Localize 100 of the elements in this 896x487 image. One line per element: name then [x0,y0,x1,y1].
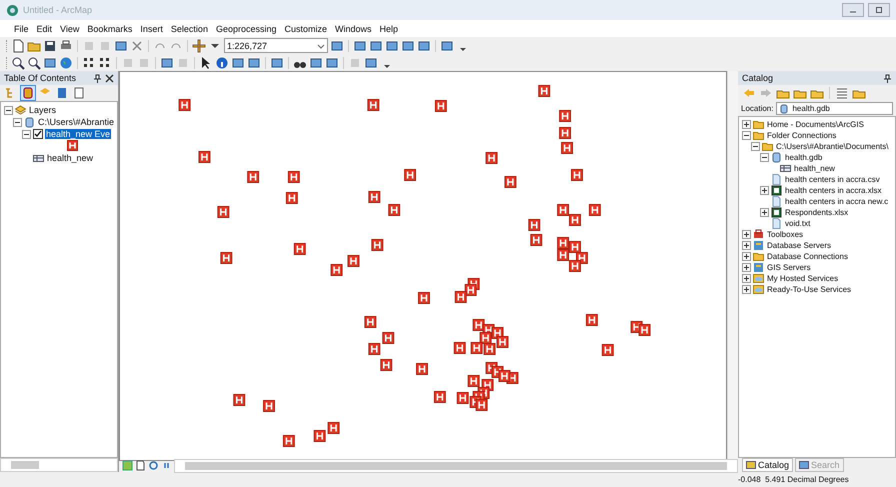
window-icon[interactable] [364,56,378,70]
catalog-item[interactable]: health centers in accra new.c [784,197,890,206]
menu-item[interactable]: Bookmarks [83,24,136,34]
window-icon[interactable] [417,38,431,52]
catalog-item[interactable]: Toolboxes [766,230,804,239]
map-canvas[interactable] [119,71,727,461]
expand-icon[interactable] [742,241,751,250]
layer-item[interactable]: health_new [46,153,94,163]
catalog-item[interactable]: My Hosted Services [766,274,840,283]
restore-icon [875,6,883,14]
folder-icon [762,141,773,152]
layer-item[interactable]: C:\Users\#Abrantie [37,117,116,127]
menu-item[interactable]: Edit [32,24,56,34]
catalog-item[interactable]: health centers in accra.csv [784,175,881,184]
maximize-button[interactable] [868,3,890,17]
catalog-item[interactable]: health centers in accra.xlsx [784,186,882,195]
options-icon[interactable] [72,86,86,100]
window-icon [799,460,810,470]
hospital-marker-icon [217,206,230,218]
collapse-icon[interactable] [742,131,751,140]
horizontal-scrollbar[interactable] [0,458,118,472]
collapse-icon[interactable] [751,142,760,151]
hospital-marker-icon [368,343,380,355]
catalog-item[interactable]: health.gdb [784,153,824,162]
list-by-source-icon[interactable] [21,86,35,100]
catalog-item[interactable]: Folder Connections [766,131,838,140]
delete-icon[interactable] [130,38,144,52]
catalog-item[interactable]: Home - Documents\ArcGIS [766,120,865,129]
hospital-marker-icon [418,292,430,304]
catalog-item[interactable]: Database Connections [766,252,849,261]
window-title: Untitled - ArcMap [23,5,92,15]
hospital-marker-icon [638,324,650,336]
expand-icon[interactable] [760,186,769,195]
expand-icon[interactable] [742,285,751,294]
horizontal-scrollbar[interactable] [174,458,738,472]
window-icon[interactable] [369,38,383,52]
hospital-marker-icon [294,243,306,255]
location-field[interactable]: health.gdb [776,102,893,115]
data-view-icon[interactable] [122,460,133,471]
menu-item[interactable]: Help [376,24,402,34]
cloud-icon [753,284,764,295]
pin-icon[interactable] [883,74,892,82]
globe-icon[interactable] [59,56,73,70]
expand-icon[interactable] [742,120,751,129]
catalog-item[interactable]: Respondents.xlsx [784,208,850,217]
grid-icon[interactable] [98,56,112,70]
catalog-item[interactable]: Database Servers [766,241,832,250]
window-icon[interactable] [353,38,367,52]
hospital-marker-icon [486,152,498,164]
zoom-in-icon[interactable] [11,56,25,70]
expand-icon[interactable] [742,230,751,239]
catalog-item[interactable]: GIS Servers [766,263,812,272]
info-icon[interactable] [215,56,229,70]
menu-item[interactable]: Insert [136,24,167,34]
layer-item[interactable]: health_new Eve [45,129,112,139]
layer-item[interactable]: Layers [28,105,58,115]
close-icon[interactable] [105,74,114,82]
expand-icon[interactable] [742,252,751,261]
collapse-icon[interactable] [760,153,769,162]
menu-item[interactable]: Geoprocessing [212,24,280,34]
hospital-marker-icon [602,344,614,356]
layer-checkbox[interactable] [33,129,43,139]
expand-icon[interactable] [742,263,751,272]
save-icon[interactable] [43,38,57,52]
menu-item[interactable]: View [56,24,84,34]
panel-tab[interactable]: Catalog [742,458,794,472]
vertical-scrollbar[interactable] [727,71,738,459]
hospital-marker-icon [530,234,542,246]
layout-view-icon[interactable] [135,460,146,471]
add-data-icon[interactable] [192,38,206,52]
hospital-marker-icon [476,399,488,411]
hospital-marker-icon [348,255,360,267]
catalog-item[interactable]: Ready-To-Use Services [766,285,852,294]
scale-field[interactable]: 1:226,727 [224,38,328,53]
catalog-item[interactable]: void.txt [784,219,812,228]
zoom-out-icon[interactable] [27,56,41,70]
hospital-marker-icon [364,316,376,328]
hospital-marker-icon [434,100,447,112]
folder-icon [753,251,764,262]
database-icon [779,104,790,114]
catalog-item[interactable]: C:\Users\#Abrantie\Documents\ [775,142,890,151]
menu-item[interactable]: Selection [166,24,212,34]
hospital-marker-icon [263,400,275,412]
collapse-icon[interactable] [4,106,13,114]
menu-item[interactable]: File [10,24,33,34]
expand-icon[interactable] [760,208,769,217]
catalog-item[interactable]: health_new [793,164,836,173]
window-icon[interactable] [385,38,399,52]
expand-icon[interactable] [742,274,751,283]
refresh-icon[interactable] [148,460,159,471]
pin-icon[interactable] [93,74,102,82]
server-icon [753,262,764,273]
grid-icon[interactable] [82,56,96,70]
menu-item[interactable]: Windows [331,24,376,34]
window-icon[interactable] [401,38,415,52]
menu-item[interactable]: Customize [280,24,332,34]
collapse-icon[interactable] [13,118,22,126]
collapse-icon[interactable] [22,130,31,138]
grid-view-icon[interactable] [835,86,849,100]
hospital-marker-icon [557,204,570,216]
